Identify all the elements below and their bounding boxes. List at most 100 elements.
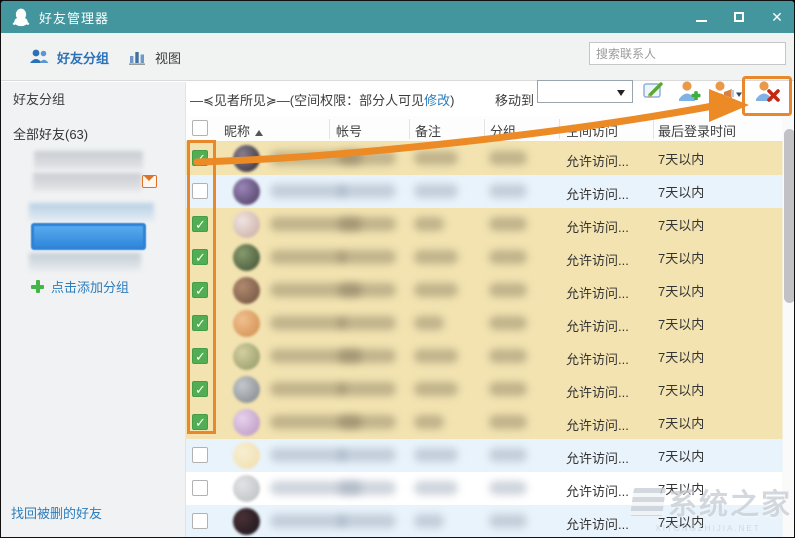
column-header-nickname[interactable]: 昵称 — [224, 121, 264, 140]
mail-badge-icon[interactable] — [142, 175, 157, 188]
redacted-remark — [414, 316, 444, 330]
table-row[interactable]: 允许访问... 7天以内 — [186, 340, 783, 373]
delete-friend-button[interactable] — [754, 79, 780, 105]
column-header-group[interactable]: 分组 — [490, 121, 516, 140]
move-to-dropdown[interactable] — [537, 80, 633, 103]
group-title-suffix: ) — [450, 93, 455, 108]
column-header-space-access[interactable]: 空间访问 — [566, 121, 618, 140]
tab-view[interactable]: 视图 — [129, 33, 181, 81]
sidebar-group-item[interactable] — [34, 151, 143, 169]
scrollbar-thumb[interactable] — [783, 129, 794, 303]
avatar — [233, 508, 260, 535]
sidebar-group-selected[interactable] — [31, 223, 146, 250]
window-title: 好友管理器 — [39, 10, 110, 26]
redacted-account — [338, 514, 396, 528]
redacted-group — [489, 217, 527, 231]
row-checkbox[interactable] — [192, 216, 208, 233]
redacted-account — [338, 283, 396, 297]
row-checkbox[interactable] — [192, 348, 208, 365]
table-row[interactable]: 允许访问... 7天以内 — [186, 274, 783, 307]
add-friend-button[interactable] — [676, 79, 702, 105]
recover-deleted-friends-link[interactable]: 找回被删的好友 — [11, 503, 102, 522]
row-checkbox[interactable] — [192, 150, 208, 167]
group-title-text: —≼见者所见≽—(空间权限：部分人可见 — [190, 93, 425, 108]
table-row[interactable]: 允许访问... 7天以内 — [186, 175, 783, 208]
redacted-account — [338, 448, 396, 462]
space-access-cell: 允许访问... — [566, 187, 629, 202]
qq-penguin-icon — [12, 8, 30, 27]
redacted-group — [489, 250, 527, 264]
chevron-down-icon — [617, 90, 625, 96]
friend-manager-window: 好友管理器 ✕ 好友分组 视图 搜索联系人 好友分组 全部好友(63) 点击添加… — [0, 0, 795, 538]
redacted-nickname — [270, 184, 346, 198]
last-login-cell: 7天以内 — [658, 350, 705, 365]
row-checkbox[interactable] — [192, 381, 208, 398]
redacted-remark — [414, 250, 458, 264]
redacted-group — [489, 151, 527, 165]
select-all-checkbox[interactable] — [192, 120, 208, 136]
recommend-friend-button[interactable] — [710, 79, 744, 105]
space-access-cell: 允许访问... — [566, 286, 629, 301]
space-access-cell: 允许访问... — [566, 319, 629, 334]
sidebar-group-item[interactable] — [29, 253, 141, 271]
last-login-cell: 7天以内 — [658, 185, 705, 200]
column-header-remark[interactable]: 备注 — [415, 121, 441, 140]
sidebar-group-item[interactable] — [33, 173, 142, 191]
redacted-group — [489, 349, 527, 363]
avatar — [233, 310, 260, 337]
redacted-nickname — [270, 514, 346, 528]
table-row[interactable]: 允许访问... 7天以内 — [186, 241, 783, 274]
group-title: —≼见者所见≽—(空间权限：部分人可见修改) — [190, 90, 454, 109]
row-checkbox[interactable] — [192, 513, 208, 529]
avatar — [233, 244, 260, 271]
minimize-button[interactable] — [690, 6, 712, 28]
redacted-remark — [414, 514, 444, 528]
table-row[interactable]: 允许访问... 7天以内 — [186, 373, 783, 406]
vertical-scrollbar — [782, 116, 794, 537]
redacted-remark — [414, 151, 458, 165]
table-row[interactable]: 允许访问... 7天以内 — [186, 142, 783, 175]
tab-label: 视图 — [155, 50, 182, 66]
redacted-nickname — [270, 448, 346, 462]
add-group-button[interactable]: 点击添加分组 — [31, 277, 129, 296]
friends-group-icon — [30, 49, 49, 63]
chart-view-icon — [129, 52, 145, 65]
tab-label: 好友分组 — [57, 50, 110, 66]
redacted-account — [338, 151, 396, 165]
tab-friend-groups[interactable]: 好友分组 — [29, 33, 109, 81]
table-row[interactable]: 允许访问... 7天以内 — [186, 472, 783, 505]
table-row[interactable]: 允许访问... 7天以内 — [186, 505, 783, 537]
table-row[interactable]: 允许访问... 7天以内 — [186, 208, 783, 241]
redacted-account — [338, 415, 396, 429]
last-login-cell: 7天以内 — [658, 416, 705, 431]
last-login-cell: 7天以内 — [658, 515, 705, 530]
add-group-label: 点击添加分组 — [51, 280, 130, 295]
space-access-cell: 允许访问... — [566, 385, 629, 400]
row-checkbox[interactable] — [192, 480, 208, 496]
last-login-cell: 7天以内 — [658, 251, 705, 266]
row-checkbox[interactable] — [192, 315, 208, 332]
table-row[interactable]: 允许访问... 7天以内 — [186, 406, 783, 439]
column-header-last-login[interactable]: 最后登录时间 — [658, 121, 736, 140]
close-button[interactable]: ✕ — [766, 6, 788, 28]
sort-asc-icon — [255, 129, 264, 136]
table-row[interactable]: 允许访问... 7天以内 — [186, 439, 783, 472]
row-checkbox[interactable] — [192, 414, 208, 431]
space-access-cell: 允许访问... — [566, 484, 629, 499]
friend-table-body: 允许访问... 7天以内 允许访问... 7天以内 允许访问... 7天以内 允… — [186, 142, 783, 537]
row-checkbox[interactable] — [192, 249, 208, 266]
table-row[interactable]: 允许访问... 7天以内 — [186, 307, 783, 340]
column-header-account[interactable]: 帐号 — [336, 121, 362, 140]
sidebar-group-item[interactable] — [29, 203, 154, 221]
row-checkbox[interactable] — [192, 282, 208, 299]
redacted-group — [489, 316, 527, 330]
modify-permission-link[interactable]: 修改 — [424, 93, 450, 108]
search-input[interactable] — [589, 42, 786, 65]
maximize-button[interactable] — [728, 6, 750, 28]
sidebar-item-all-friends[interactable]: 全部好友(63) — [13, 124, 88, 143]
row-checkbox[interactable] — [192, 183, 208, 199]
redacted-remark — [414, 382, 458, 396]
redacted-group — [489, 415, 527, 429]
rename-group-button[interactable] — [642, 79, 668, 105]
row-checkbox[interactable] — [192, 447, 208, 463]
